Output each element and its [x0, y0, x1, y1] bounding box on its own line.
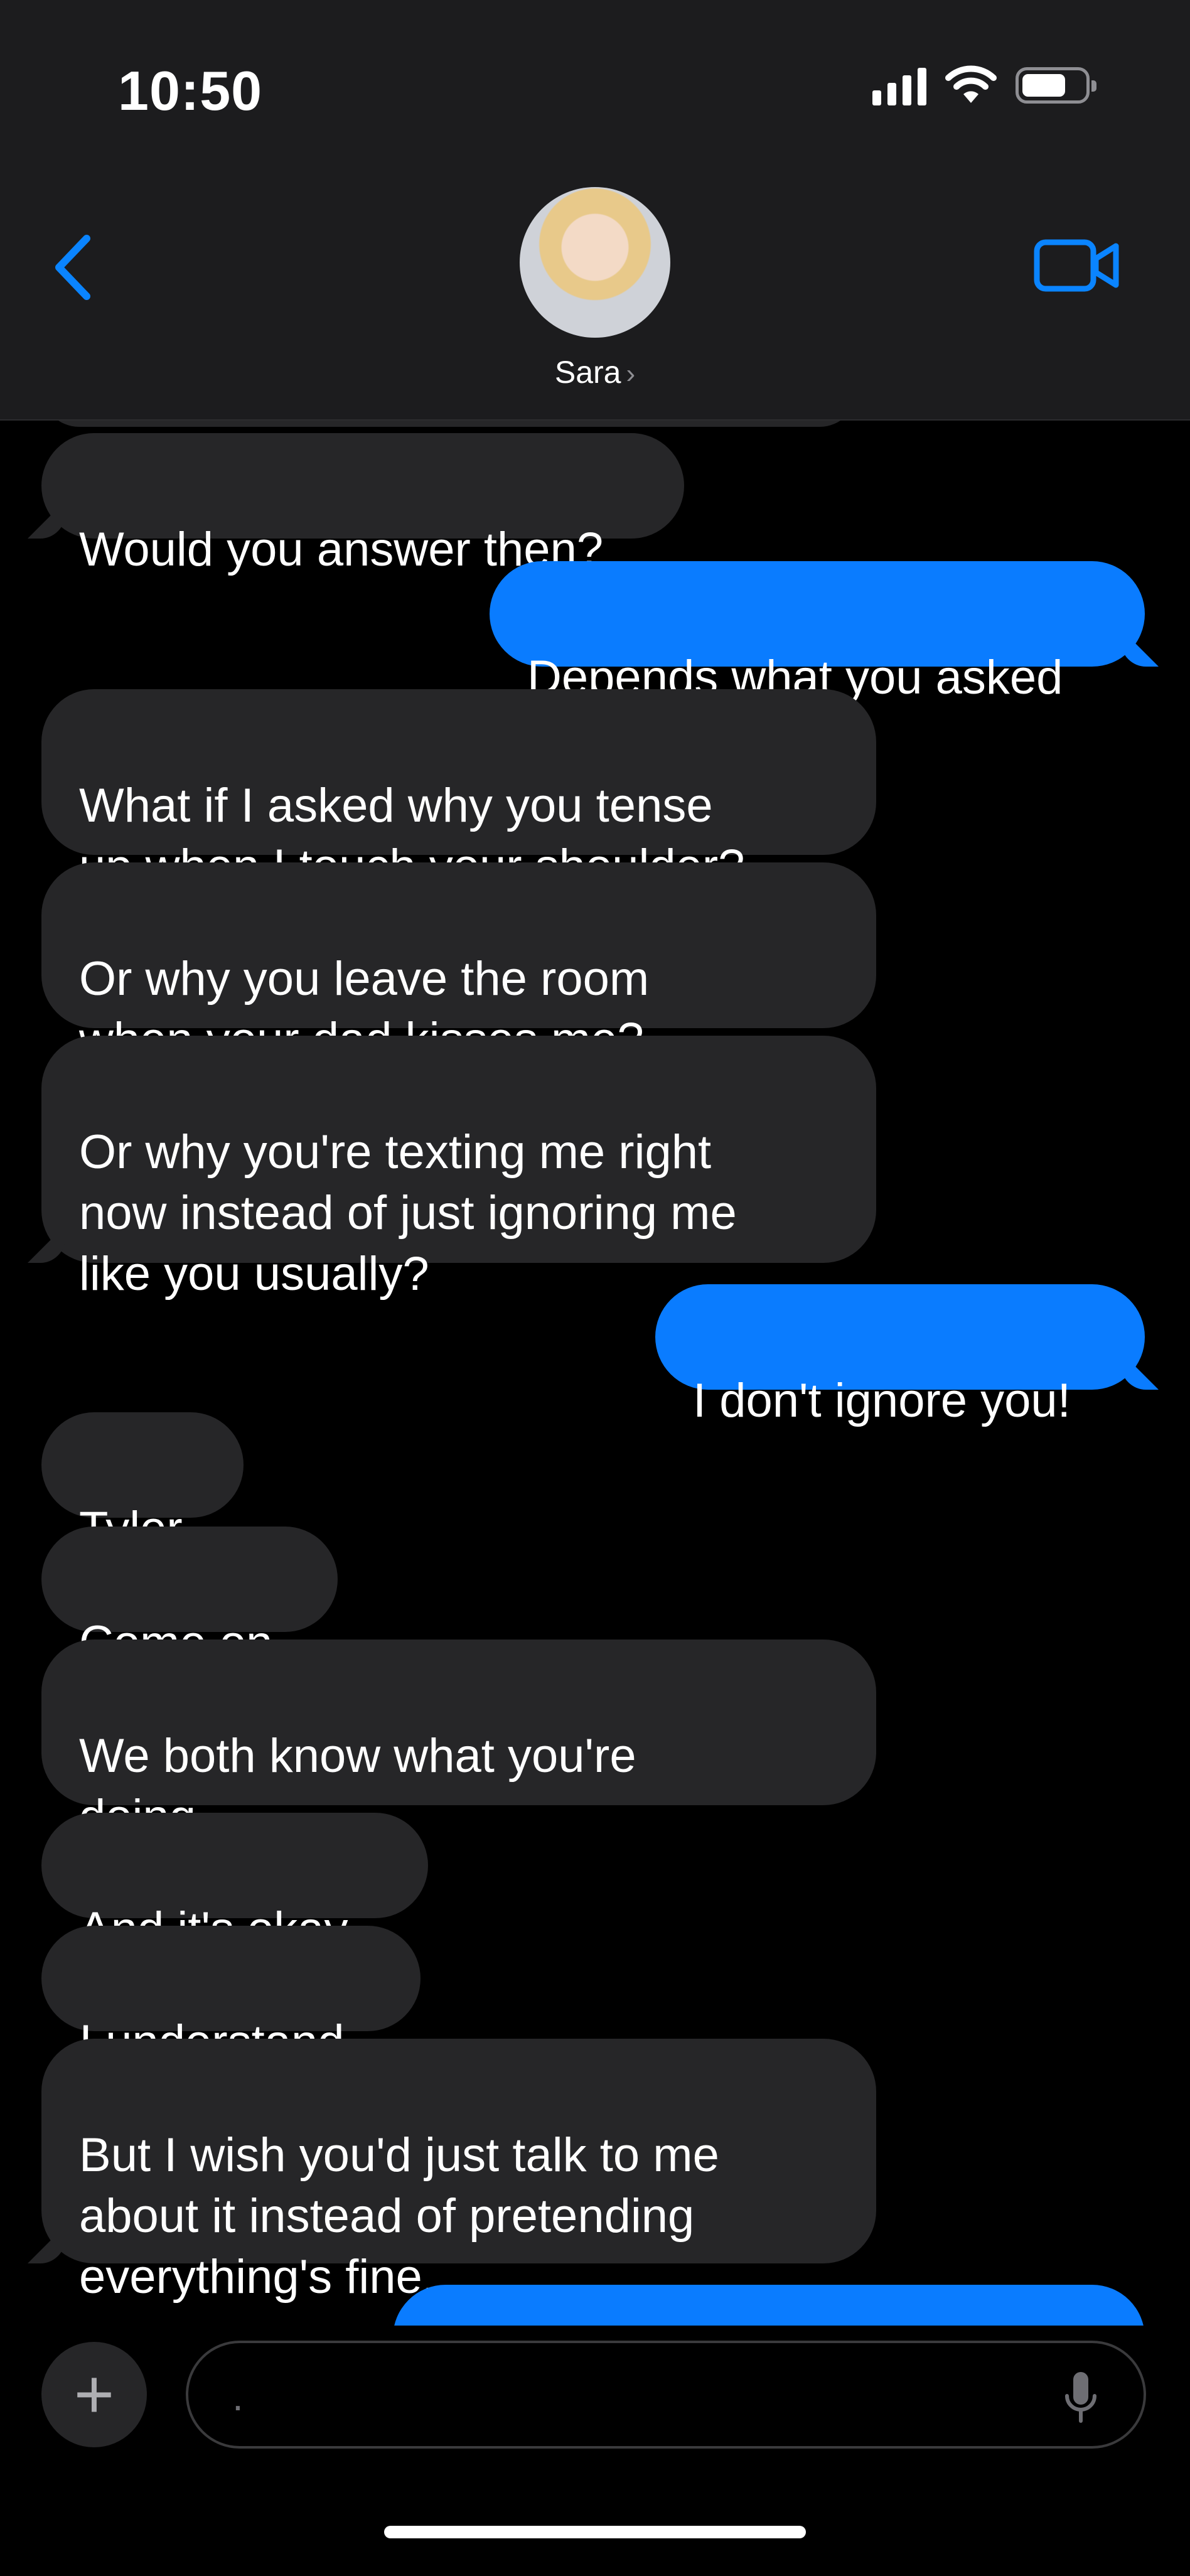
cellular-signal-icon: [872, 65, 926, 105]
message-outgoing[interactable]: Depends what you asked: [490, 561, 1145, 704]
message-outgoing-partial: [393, 2285, 1145, 2326]
plus-icon[interactable]: +: [41, 2342, 147, 2447]
contact-name: Sara: [554, 355, 621, 390]
message-incoming[interactable]: What if I asked why you tense up when I …: [41, 689, 876, 893]
conversation-header: 10:50 Sara ›: [0, 0, 1190, 421]
status-time: 10:50: [118, 60, 263, 122]
message-text: Or why you're texting me right now inste…: [79, 1125, 737, 1301]
home-indicator[interactable]: [384, 2526, 806, 2538]
message-incoming[interactable]: I understand.: [41, 1926, 421, 2069]
message-composer: + .: [0, 2326, 1190, 2576]
microphone-icon[interactable]: [1062, 2369, 1100, 2426]
message-text: But I wish you'd just talk to me about i…: [79, 2128, 719, 2304]
message-input-placeholder: .: [232, 2374, 244, 2419]
message-text: I don't ignore you!: [693, 1374, 1071, 1427]
message-incoming[interactable]: Come on.: [41, 1527, 338, 1670]
video-call-icon[interactable]: [1033, 237, 1121, 294]
battery-icon: [1016, 67, 1096, 104]
chevron-right-icon: ›: [626, 358, 636, 389]
status-icons: [872, 65, 1096, 105]
message-outgoing[interactable]: I don't ignore you!: [655, 1284, 1145, 1427]
message-incoming[interactable]: Or why you leave the room when your dad …: [41, 862, 876, 1066]
message-incoming[interactable]: But I wish you'd just talk to me about i…: [41, 2039, 876, 2304]
contact-name-button[interactable]: Sara ›: [0, 354, 1190, 390]
message-incoming[interactable]: Tyler.: [41, 1412, 244, 1555]
message-incoming[interactable]: Would you answer then?: [41, 433, 684, 576]
contact-avatar[interactable]: [520, 187, 670, 338]
message-incoming[interactable]: We both know what you're doing.: [41, 1640, 876, 1843]
message-input[interactable]: .: [186, 2341, 1146, 2449]
message-incoming[interactable]: Or why you're texting me right now inste…: [41, 1036, 876, 1301]
back-chevron-icon[interactable]: [45, 230, 102, 305]
wifi-icon: [945, 65, 997, 103]
message-incoming[interactable]: And it's okay.: [41, 1813, 428, 1956]
